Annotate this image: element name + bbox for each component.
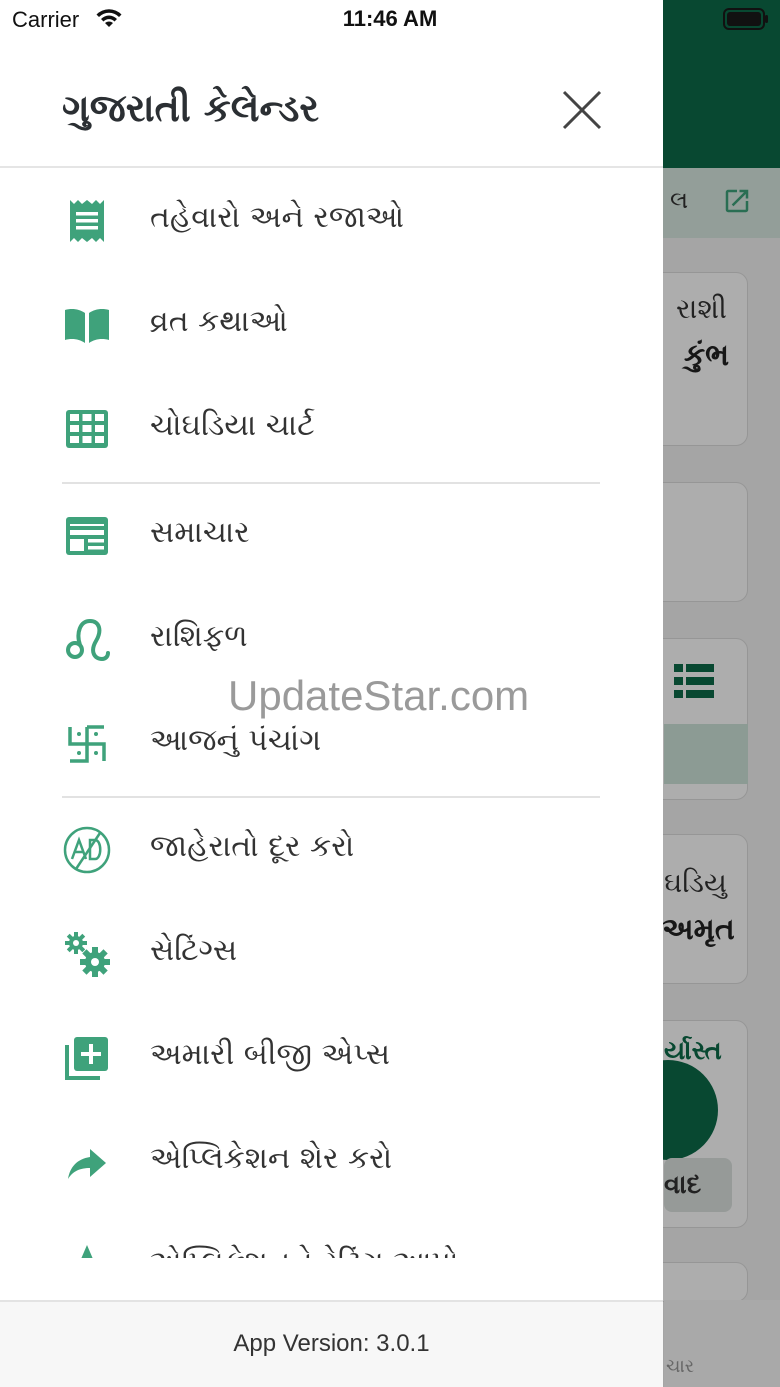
menu-item-label: આજનું પંચાંગ	[150, 723, 322, 758]
drawer-menu: તહેવારો અને રજાઓ વ્રત કથાઓ ચોઘડિયા ચાર્ટ	[0, 168, 663, 1258]
app-version: App Version: 3.0.1	[233, 1330, 430, 1357]
leo-zodiac-icon	[66, 618, 110, 662]
menu-item-label: વ્રત કથાઓ	[150, 304, 288, 339]
menu-item-panchang[interactable]: આજનું પંચાંગ	[0, 691, 663, 795]
drawer-footer: App Version: 3.0.1	[0, 1300, 663, 1387]
status-bar: Carrier 11:46 AM	[0, 0, 780, 40]
menu-item-vrat-katha[interactable]: વ્રત કથાઓ	[0, 272, 663, 376]
add-box-icon	[65, 1037, 108, 1080]
menu-item-settings[interactable]: સેટિંગ્સ	[0, 901, 663, 1005]
status-time: 11:46 AM	[342, 6, 438, 31]
swastik-icon	[68, 725, 106, 763]
menu-item-other-apps[interactable]: અમારી બીજી એપ્સ	[0, 1005, 663, 1109]
menu-item-share-app[interactable]: એપ્લિકેશન શેર કરો	[0, 1109, 663, 1213]
menu-item-label: સેટિંગ્સ	[150, 933, 238, 968]
table-grid-icon	[66, 410, 108, 448]
share-arrow-icon	[68, 1149, 106, 1179]
menu-item-label: એપ્લિકેશનને રેટિંગ આપો	[150, 1245, 458, 1258]
book-open-icon	[65, 309, 109, 343]
menu-item-label: જાહેરાતો દૂર કરો	[150, 829, 355, 864]
menu-item-remove-ads[interactable]: જાહેરાતો દૂર કરો	[0, 797, 663, 901]
star-icon	[81, 1245, 93, 1258]
menu-item-rashifal[interactable]: રાશિફળ	[0, 587, 663, 691]
receipt-icon	[70, 200, 104, 242]
menu-item-festivals[interactable]: તહેવારો અને રજાઓ	[0, 168, 663, 272]
newspaper-icon	[66, 517, 108, 555]
menu-item-label: તહેવારો અને રજાઓ	[150, 200, 405, 235]
drawer-title: ગુજરાતી કેલેન્ડર	[62, 86, 320, 130]
close-icon[interactable]	[554, 82, 610, 138]
menu-item-label: ચોઘડિયા ચાર્ટ	[150, 408, 315, 443]
no-ads-icon	[63, 826, 111, 874]
menu-item-rate-app[interactable]: એપ્લિકેશનને રેટિંગ આપો	[0, 1213, 663, 1258]
navigation-drawer: ગુજરાતી કેલેન્ડર તહેવારો અને રજાઓ વ્રત ક…	[0, 0, 663, 1387]
menu-item-label: રાશિફળ	[150, 619, 248, 654]
battery-icon	[723, 8, 768, 30]
menu-item-choghadiya[interactable]: ચોઘડિયા ચાર્ટ	[0, 376, 663, 480]
menu-item-news[interactable]: સમાચાર	[0, 483, 663, 587]
menu-item-label: એપ્લિકેશન શેર કરો	[150, 1141, 393, 1176]
menu-item-label: સમાચાર	[150, 515, 250, 550]
gears-icon	[65, 932, 110, 977]
menu-item-label: અમારી બીજી એપ્સ	[150, 1037, 391, 1072]
